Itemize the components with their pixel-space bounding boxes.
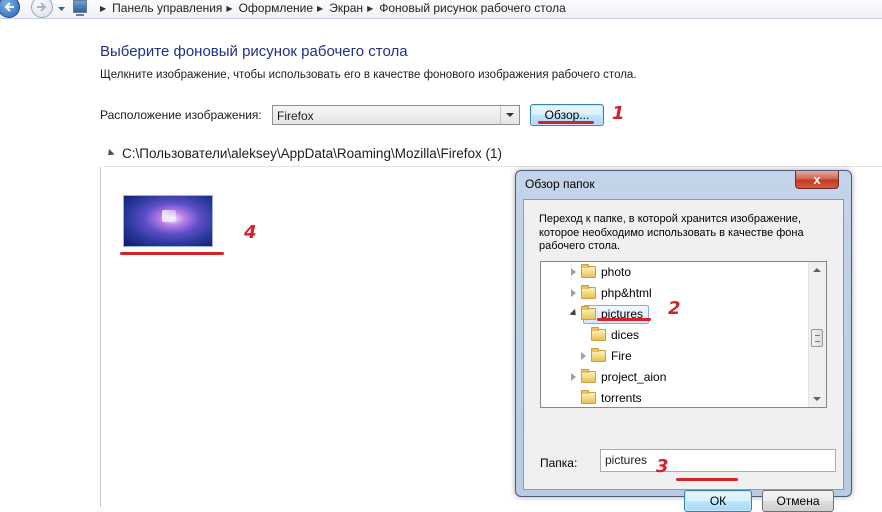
tree-item-label: project_aion [601, 370, 667, 384]
tree-item-torrents[interactable]: torrents [541, 388, 808, 407]
forward-button[interactable] [31, 0, 53, 18]
picture-location-label: Расположение изображения: [100, 108, 262, 122]
page-title: Выберите фоновый рисунок рабочего стола [100, 43, 408, 60]
folder-icon [591, 327, 606, 341]
folder-icon [581, 264, 596, 278]
annotation-underline [120, 252, 224, 255]
annotation-number-4: 4 [244, 222, 257, 243]
tree-item-project-aion[interactable]: project_aion [541, 367, 808, 388]
folder-tree[interactable]: photo php&html pictures dices Fire proje… [540, 261, 827, 408]
address-bar: ▶ Панель управления ▶ Оформление ▶ Экран… [0, 0, 882, 19]
breadcrumb-separator-icon[interactable]: ▶ [367, 4, 373, 13]
content-border [100, 167, 101, 507]
tree-item-label: Fire [611, 349, 632, 363]
scroll-up-icon[interactable] [813, 268, 821, 272]
expand-icon[interactable] [581, 352, 586, 360]
forward-arrow-icon [37, 2, 47, 12]
collapse-icon[interactable] [569, 308, 579, 319]
picture-location-select[interactable]: Firefox [272, 105, 520, 125]
folder-icon [581, 369, 596, 383]
breadcrumb-appearance[interactable]: Оформление [239, 1, 313, 15]
tree-item-label: php&html [601, 286, 652, 300]
page-description: Щелкните изображение, чтобы использовать… [100, 69, 637, 81]
back-button[interactable] [0, 0, 20, 18]
breadcrumb: ▶ Панель управления ▶ Оформление ▶ Экран… [96, 1, 566, 15]
annotation-number-2: 2 [668, 298, 681, 319]
breadcrumb-separator-icon[interactable]: ▶ [226, 4, 232, 13]
folder-icon [581, 390, 596, 404]
annotation-underline [597, 318, 651, 321]
dialog-title: Обзор папок [525, 177, 595, 191]
breadcrumb-display[interactable]: Экран [329, 1, 363, 15]
ok-button[interactable]: ОК [684, 490, 752, 512]
chevron-down-icon[interactable] [500, 106, 519, 124]
tree-item-label: dices [611, 328, 640, 342]
folder-open-icon [581, 306, 596, 320]
control-panel-icon [73, 0, 87, 16]
group-collapse-icon[interactable] [105, 148, 115, 159]
dialog-body: Переход к папке, в которой хранится изоб… [523, 199, 844, 512]
dialog-description: Переход к папке, в которой хранится изоб… [539, 213, 804, 252]
tree-scrollbar[interactable] [808, 262, 826, 407]
folder-icon [581, 285, 596, 299]
scroll-down-icon[interactable] [813, 397, 821, 401]
folder-icon [591, 348, 606, 362]
breadcrumb-separator-icon[interactable]: ▶ [317, 4, 323, 13]
close-button[interactable]: x [795, 171, 839, 189]
recent-pages-dropdown-icon[interactable] [57, 4, 66, 13]
annotation-number-1: 1 [612, 103, 625, 124]
annotation-number-3: 3 [656, 456, 669, 477]
tree-item-label: torrents [601, 391, 642, 405]
back-arrow-icon [4, 2, 14, 12]
tree-item-photo[interactable]: photo [541, 262, 808, 283]
expand-icon[interactable] [571, 373, 576, 381]
picture-group-title[interactable]: C:\Пользователи\aleksey\AppData\Roaming\… [122, 146, 502, 161]
annotation-underline [676, 478, 738, 481]
browse-folder-dialog: Обзор папок x Переход к папке, в которой… [515, 170, 852, 512]
breadcrumb-desktop-background[interactable]: Фоновый рисунок рабочего стола [379, 1, 566, 15]
tree-item-label: photo [601, 265, 632, 279]
breadcrumb-separator-icon[interactable]: ▶ [100, 4, 106, 13]
group-divider [104, 166, 882, 167]
folder-field-label: Папка: [540, 456, 578, 470]
wallpaper-thumbnail[interactable] [123, 195, 213, 247]
expand-icon[interactable] [571, 268, 576, 276]
tree-item-fire[interactable]: Fire [541, 346, 808, 367]
picture-location-value: Firefox [277, 109, 314, 123]
annotation-underline [538, 121, 594, 124]
folder-name-field[interactable]: pictures [600, 449, 836, 472]
tree-item-dices[interactable]: dices [541, 325, 808, 346]
breadcrumb-control-panel[interactable]: Панель управления [112, 1, 222, 15]
cancel-button[interactable]: Отмена [762, 490, 834, 512]
expand-icon[interactable] [571, 289, 576, 297]
scroll-thumb[interactable] [811, 329, 823, 347]
